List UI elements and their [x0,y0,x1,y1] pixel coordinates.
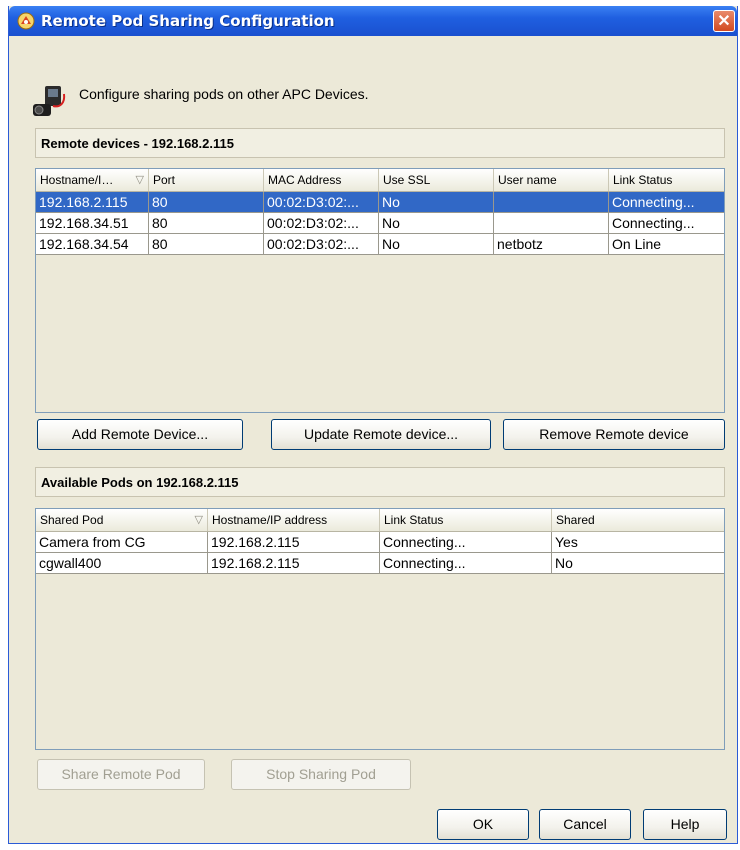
table-row[interactable]: 192.168.34.54 80 00:02:D3:02:... No netb… [36,234,724,255]
column-header-hostname-ip[interactable]: Hostname/IP address [208,509,380,531]
app-icon [17,12,35,30]
title-bar[interactable]: Remote Pod Sharing Configuration ✕ [9,6,737,36]
help-button[interactable]: Help [643,809,727,840]
available-pods-header: Available Pods on 192.168.2.115 [35,467,725,497]
remove-remote-device-button[interactable]: Remove Remote device [503,419,725,450]
camera-pod-icon [33,86,66,116]
update-remote-device-button[interactable]: Update Remote device... [271,419,491,450]
table-row[interactable]: cgwall400 192.168.2.115 Connecting... No [36,553,724,574]
dialog-window: Remote Pod Sharing Configuration ✕ Confi… [8,6,738,844]
cancel-button[interactable]: Cancel [539,809,631,840]
sort-indicator-icon: ▽ [135,174,144,186]
column-header-shared[interactable]: Shared [552,509,724,531]
column-header-ssl[interactable]: Use SSL [379,169,494,191]
share-remote-pod-button[interactable]: Share Remote Pod [37,759,205,790]
remote-devices-header: Remote devices - 192.168.2.115 [35,128,725,158]
table-row[interactable]: 192.168.34.51 80 00:02:D3:02:... No Conn… [36,213,724,234]
table-row[interactable]: 192.168.2.115 80 00:02:D3:02:... No Conn… [36,192,724,213]
column-header-port[interactable]: Port [149,169,264,191]
remote-devices-table-header: Hostname/I… ▽ Port MAC Address Use SSL Us… [36,169,724,192]
remote-devices-table[interactable]: Hostname/I… ▽ Port MAC Address Use SSL Us… [35,168,725,413]
column-header-mac[interactable]: MAC Address [264,169,379,191]
column-header-link-status[interactable]: Link Status [609,169,724,191]
table-row[interactable]: Camera from CG 192.168.2.115 Connecting.… [36,532,724,553]
available-pods-table-header: Shared Pod ▽ Hostname/IP address Link Sta… [36,509,724,532]
column-header-hostname[interactable]: Hostname/I… ▽ [36,169,149,191]
window-title: Remote Pod Sharing Configuration [41,12,335,30]
add-remote-device-button[interactable]: Add Remote Device... [37,419,243,450]
ok-button[interactable]: OK [437,809,529,840]
column-header-username[interactable]: User name [494,169,609,191]
column-header-shared-pod[interactable]: Shared Pod ▽ [36,509,208,531]
column-header-link-status[interactable]: Link Status [380,509,552,531]
close-icon[interactable]: ✕ [713,10,735,32]
intro-text: Configure sharing pods on other APC Devi… [79,86,369,102]
stop-sharing-pod-button[interactable]: Stop Sharing Pod [231,759,411,790]
sort-indicator-icon: ▽ [194,514,203,526]
available-pods-table[interactable]: Shared Pod ▽ Hostname/IP address Link Sta… [35,508,725,750]
